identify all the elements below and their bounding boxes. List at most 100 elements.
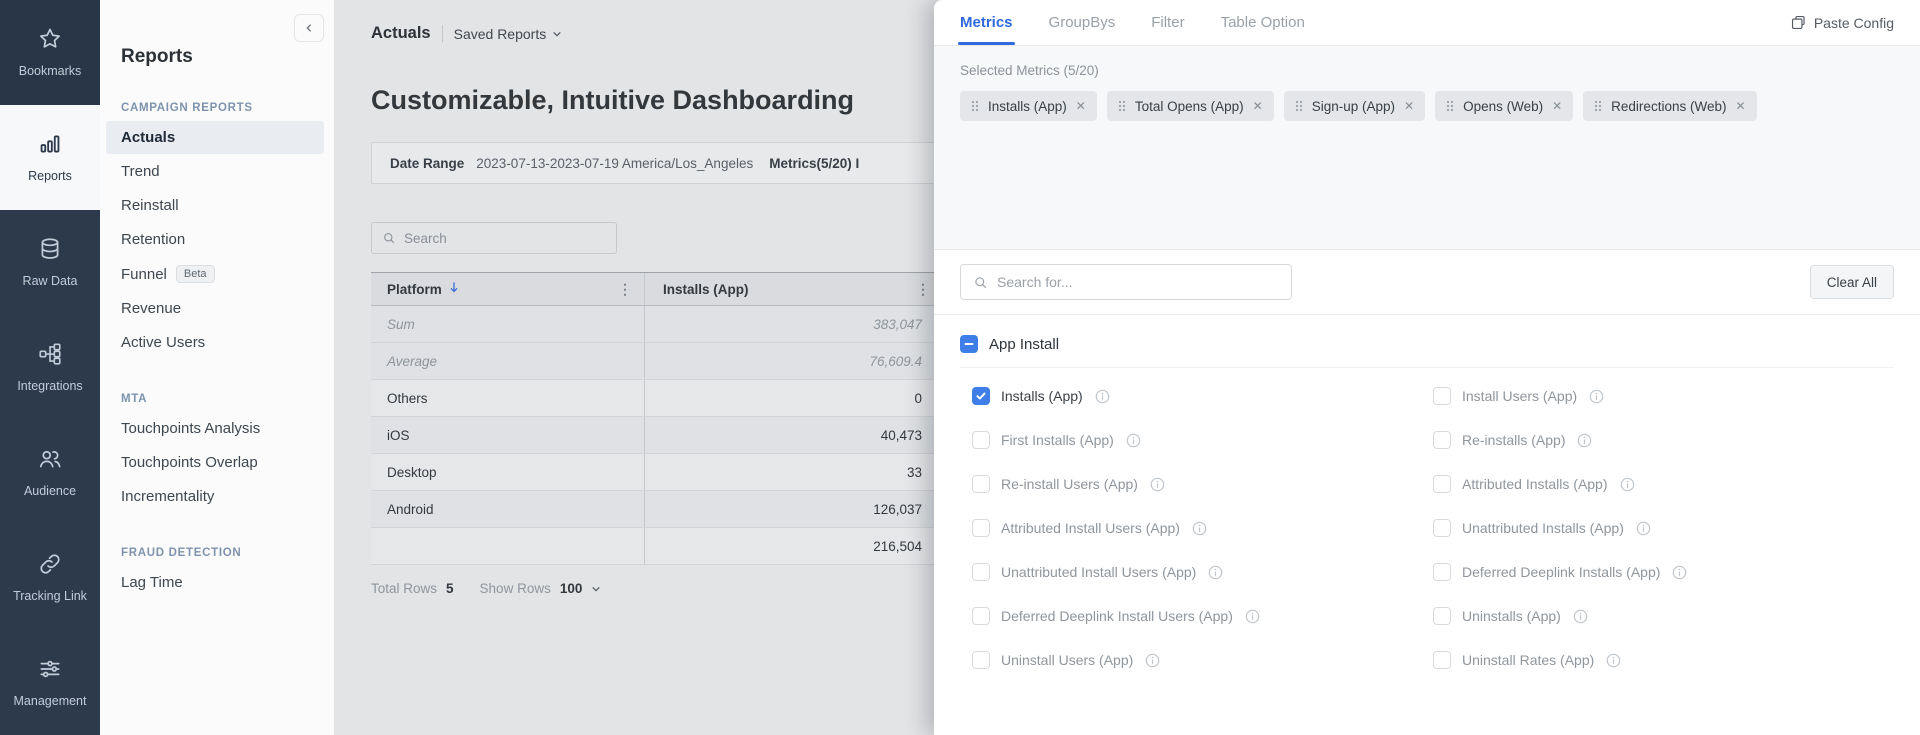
sidebar-item-active-users[interactable]: Active Users: [106, 326, 324, 359]
sidebar-item-reinstall[interactable]: Reinstall: [106, 189, 324, 222]
breadcrumb-divider: [442, 25, 443, 42]
metric-chip[interactable]: Opens (Web) ✕: [1435, 91, 1573, 121]
info-icon[interactable]: [1672, 565, 1687, 580]
metric-option[interactable]: Deferred Deeplink Installs (App): [1433, 563, 1894, 581]
info-icon[interactable]: [1145, 653, 1160, 668]
info-icon[interactable]: [1208, 565, 1223, 580]
table-search[interactable]: [371, 222, 617, 254]
metric-option[interactable]: Attributed Install Users (App): [972, 519, 1433, 537]
info-icon[interactable]: [1636, 521, 1651, 536]
metric-option[interactable]: Deferred Deeplink Install Users (App): [972, 607, 1433, 625]
info-icon[interactable]: [1577, 433, 1592, 448]
unchecked-checkbox[interactable]: [972, 431, 990, 449]
metric-chip[interactable]: Installs (App) ✕: [960, 91, 1097, 121]
drag-handle-icon[interactable]: [1446, 100, 1454, 112]
sidebar-item-touchpoints-overlap[interactable]: Touchpoints Overlap: [106, 446, 324, 479]
metric-option[interactable]: Attributed Installs (App): [1433, 475, 1894, 493]
rail-item-reports[interactable]: Reports: [0, 105, 100, 210]
metric-chip[interactable]: Redirections (Web) ✕: [1583, 91, 1756, 121]
unchecked-checkbox[interactable]: [1433, 431, 1451, 449]
unchecked-checkbox[interactable]: [1433, 651, 1451, 669]
info-icon[interactable]: [1589, 389, 1604, 404]
drag-handle-icon[interactable]: [1594, 100, 1602, 112]
metrics-search-input[interactable]: [997, 274, 1279, 290]
remove-chip-icon[interactable]: ✕: [1076, 99, 1086, 113]
rail-item-bookmarks[interactable]: Bookmarks: [0, 0, 100, 105]
metric-option[interactable]: Unattributed Installs (App): [1433, 519, 1894, 537]
date-range-value[interactable]: 2023-07-13-2023-07-19 America/Los_Angele…: [476, 156, 753, 171]
metric-option[interactable]: Install Users (App): [1433, 387, 1894, 405]
unchecked-checkbox[interactable]: [1433, 475, 1451, 493]
metric-option[interactable]: Uninstalls (App): [1433, 607, 1894, 625]
paste-config-button[interactable]: Paste Config: [1790, 0, 1894, 45]
metric-option[interactable]: Re-install Users (App): [972, 475, 1433, 493]
info-icon[interactable]: [1606, 653, 1621, 668]
info-icon[interactable]: [1150, 477, 1165, 492]
unchecked-checkbox[interactable]: [972, 651, 990, 669]
tab-table-option[interactable]: Table Option: [1221, 0, 1305, 45]
rail-item-raw-data[interactable]: Raw Data: [0, 210, 100, 315]
sidebar-item-touchpoints-analysis[interactable]: Touchpoints Analysis: [106, 412, 324, 445]
metric-option[interactable]: First Installs (App): [972, 431, 1433, 449]
sidebar-item-retention[interactable]: Retention: [106, 223, 324, 256]
drag-handle-icon[interactable]: [971, 100, 979, 112]
rail-item-tracking-link[interactable]: Tracking Link: [0, 525, 100, 630]
tab-metrics[interactable]: Metrics: [960, 0, 1013, 45]
metric-option[interactable]: Uninstall Users (App): [972, 651, 1433, 669]
sidebar-item-revenue[interactable]: Revenue: [106, 292, 324, 325]
remove-chip-icon[interactable]: ✕: [1735, 99, 1745, 113]
metric-chip[interactable]: Total Opens (App) ✕: [1107, 91, 1274, 121]
metric-chip[interactable]: Sign-up (App) ✕: [1284, 91, 1425, 121]
remove-chip-icon[interactable]: ✕: [1552, 99, 1562, 113]
drag-handle-icon[interactable]: [1295, 100, 1303, 112]
show-rows-value[interactable]: 100: [560, 581, 583, 596]
collapse-sidebar-button[interactable]: [294, 14, 324, 42]
remove-chip-icon[interactable]: ✕: [1404, 99, 1414, 113]
search-icon: [382, 231, 396, 245]
sidebar-item-actuals[interactable]: Actuals: [106, 121, 324, 154]
unchecked-checkbox[interactable]: [972, 519, 990, 537]
chevron-down-icon[interactable]: [591, 584, 601, 594]
rail-item-audience[interactable]: Audience: [0, 420, 100, 525]
sidebar-item-incrementality[interactable]: Incrementality: [106, 480, 324, 513]
unchecked-checkbox[interactable]: [1433, 563, 1451, 581]
metric-option[interactable]: Unattributed Install Users (App): [972, 563, 1433, 581]
clear-all-button[interactable]: Clear All: [1810, 265, 1894, 299]
column-header-installs-app[interactable]: Installs (App) ⋮: [645, 273, 942, 305]
unchecked-checkbox[interactable]: [1433, 519, 1451, 537]
metric-option[interactable]: Installs (App): [972, 387, 1433, 405]
sidebar-item-funnel[interactable]: Funnel Beta: [106, 257, 324, 291]
info-icon[interactable]: [1245, 609, 1260, 624]
column-menu-icon[interactable]: ⋮: [916, 282, 930, 296]
indeterminate-checkbox[interactable]: [960, 335, 978, 353]
metrics-config-value[interactable]: Metrics(5/20) I: [769, 156, 859, 171]
metric-option[interactable]: Re-installs (App): [1433, 431, 1894, 449]
drag-handle-icon[interactable]: [1118, 100, 1126, 112]
metric-option[interactable]: Uninstall Rates (App): [1433, 651, 1894, 669]
unchecked-checkbox[interactable]: [1433, 607, 1451, 625]
info-icon[interactable]: [1620, 477, 1635, 492]
checked-checkbox[interactable]: [972, 387, 990, 405]
column-header-platform[interactable]: Platform ⋮: [371, 273, 645, 305]
unchecked-checkbox[interactable]: [972, 607, 990, 625]
sidebar-item-lag-time[interactable]: Lag Time: [106, 566, 324, 599]
remove-chip-icon[interactable]: ✕: [1253, 99, 1263, 113]
tab-groupbys[interactable]: GroupBys: [1049, 0, 1116, 45]
info-icon[interactable]: [1126, 433, 1141, 448]
column-menu-icon[interactable]: ⋮: [618, 282, 632, 296]
table-search-input[interactable]: [404, 231, 606, 246]
info-icon[interactable]: [1192, 521, 1207, 536]
info-icon[interactable]: [1095, 389, 1110, 404]
sidebar-item-trend[interactable]: Trend: [106, 155, 324, 188]
unchecked-checkbox[interactable]: [972, 563, 990, 581]
saved-reports-dropdown[interactable]: Saved Reports: [454, 26, 563, 42]
sort-desc-icon[interactable]: [449, 281, 459, 297]
tab-filter[interactable]: Filter: [1151, 0, 1184, 45]
group-app-install[interactable]: App Install: [960, 335, 1894, 353]
metrics-search[interactable]: [960, 264, 1292, 300]
unchecked-checkbox[interactable]: [1433, 387, 1451, 405]
unchecked-checkbox[interactable]: [972, 475, 990, 493]
info-icon[interactable]: [1573, 609, 1588, 624]
rail-item-integrations[interactable]: Integrations: [0, 315, 100, 420]
rail-item-management[interactable]: Management: [0, 630, 100, 735]
